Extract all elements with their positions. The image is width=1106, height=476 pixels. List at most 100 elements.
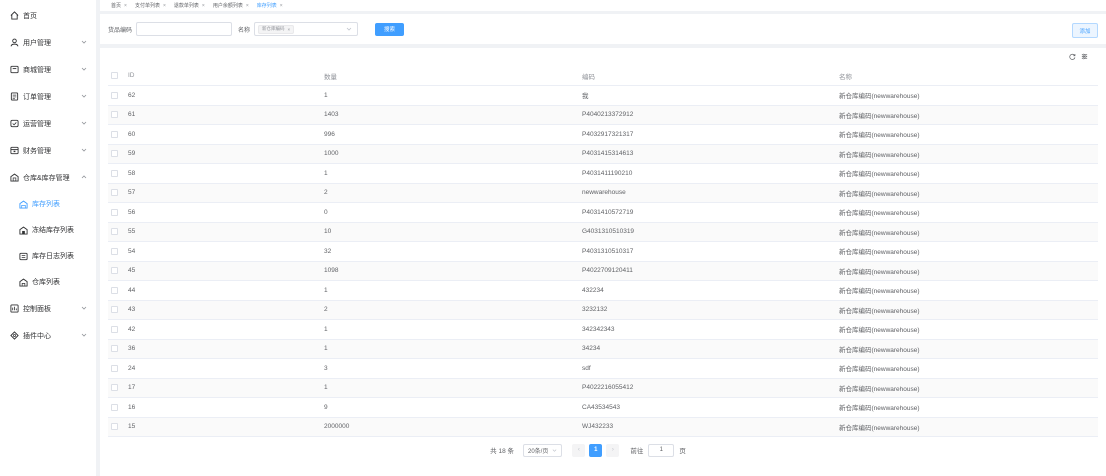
settings-icon[interactable] [1081,53,1088,60]
row-checkbox[interactable] [111,267,118,275]
page-number-button[interactable]: 1 [589,443,603,457]
row-checkbox[interactable] [111,364,118,372]
row-checkbox[interactable] [111,130,118,138]
sidebar-item-finance[interactable]: 财务管理 [0,137,96,164]
sidebar-item-users[interactable]: 用户管理 [0,29,96,56]
sidebar-subitem-frozen-inventory[interactable]: 冻结库存列表 [0,217,96,243]
tab-payment-list[interactable]: 支付单列表 × [132,1,169,10]
sidebar-item-label: 用户管理 [23,39,51,47]
sidebar-item-operations[interactable]: 运营管理 [0,110,96,137]
cell-code: 342342343 [582,319,839,340]
tab-user-balance-list[interactable]: 用户余额列表 × [210,1,252,10]
inventory-icon [18,199,28,209]
close-icon[interactable]: × [280,3,283,9]
cell-name: 新仓库编码(newwarehouse) [839,261,1098,281]
tab-home[interactable]: 首页 × [108,1,130,10]
table-row[interactable]: 57 2 newwarehouse 新仓库编码(newwarehouse) [108,183,1098,203]
next-page-button[interactable]: › [606,443,620,457]
sidebar-item-label: 仓库&库存管理 [23,174,70,182]
page-size-select[interactable]: 20条/页 [523,443,563,457]
cell-name: 新仓库编码(newwarehouse) [839,319,1098,340]
sidebar-item-label: 控制面板 [23,305,51,313]
table-row[interactable]: 42 1 342342343 新仓库编码(newwarehouse) [108,319,1098,340]
row-select-cell [108,417,128,437]
row-checkbox[interactable] [111,345,118,353]
finance-icon [9,146,19,156]
cell-id: 16 [128,397,324,418]
tab-refund-list[interactable]: 退款单列表 × [171,1,208,10]
close-icon[interactable]: × [288,27,291,32]
table-row[interactable]: 62 1 我新仓库编码(newwarehouse) [108,85,1098,106]
close-icon[interactable]: × [163,3,166,9]
cell-quantity: 10 [324,222,582,242]
table-row[interactable]: 61 1403 P4040213372912 新仓库编码(newwarehouse) [108,105,1098,125]
row-checkbox[interactable] [111,403,118,411]
chevron-left-icon: ‹ [577,447,580,453]
close-icon[interactable]: × [124,3,127,9]
row-checkbox[interactable] [111,91,118,99]
table-row[interactable]: 24 3 sdf 新仓库编码(newwarehouse) [108,358,1098,379]
select-all-checkbox[interactable] [111,71,118,79]
sidebar-subitem-inventory-list[interactable]: 库存列表 [0,191,96,217]
row-checkbox[interactable] [111,228,118,236]
table-row[interactable]: 16 9 CA43534543 新仓库编码(newwarehouse) [108,397,1098,418]
app-root: 首页 用户管理 商城管理 订单管理 运营管理 财务管理 仓库&库存管理 库存列表… [0,0,1106,476]
chevron-down-icon [552,448,557,452]
row-checkbox[interactable] [111,169,118,177]
table-row[interactable]: 58 1 P4031411190210 新仓库编码(newwarehouse) [108,163,1098,184]
cell-quantity: 9 [324,397,582,418]
row-checkbox[interactable] [111,423,118,431]
table-row[interactable]: 60 996 P4032917321317 新仓库编码(newwarehouse) [108,124,1098,145]
chevron-down-icon [81,40,87,44]
sidebar-subitem-inventory-log[interactable]: 库存日志列表 [0,243,96,269]
prev-page-button[interactable]: ‹ [572,443,586,457]
cell-id: 56 [128,202,324,223]
row-checkbox[interactable] [111,150,118,158]
goto-page-input[interactable]: 1 [648,443,675,457]
table-row[interactable]: 55 10 G4031310510319 新仓库编码(newwarehouse) [108,222,1098,242]
plugin-icon [9,331,19,341]
row-checkbox[interactable] [111,247,118,255]
row-checkbox[interactable] [111,286,118,294]
name-select[interactable]: 新仓库编码 × [254,22,359,36]
table-row[interactable]: 15 2000000 WJ432233 新仓库编码(newwarehouse) [108,417,1098,437]
sidebar-item-dashboard[interactable]: 控制面板 [0,295,96,322]
table-row[interactable]: 44 1 432234 新仓库编码(newwarehouse) [108,280,1098,301]
row-checkbox[interactable] [111,111,118,119]
row-checkbox[interactable] [111,384,118,392]
column-header-name: 名称 [839,66,1098,86]
code-input[interactable] [136,22,233,36]
table-body: 62 1 我新仓库编码(newwarehouse) 61 1403 P4040213372… [108,85,1098,437]
sidebar-item-plugins[interactable]: 插件中心 [0,322,96,349]
cell-id: 17 [128,378,324,398]
row-checkbox[interactable] [111,306,118,314]
sidebar-subitem-warehouse-list[interactable]: 仓库列表 [0,269,96,295]
sidebar-item-mall[interactable]: 商城管理 [0,56,96,83]
sidebar-item-home[interactable]: 首页 [0,2,96,29]
table-row[interactable]: 54 32 P4031310510317 新仓库编码(newwarehouse) [108,241,1098,262]
close-icon[interactable]: × [246,3,249,9]
row-select-cell [108,397,128,418]
row-checkbox[interactable] [111,325,118,333]
search-button[interactable]: 搜索 [375,22,405,36]
row-checkbox[interactable] [111,208,118,216]
table-row[interactable]: 45 1098 P4022709120411 新仓库编码(newwarehouse) [108,261,1098,281]
sidebar: 首页 用户管理 商城管理 订单管理 运营管理 财务管理 仓库&库存管理 库存列表… [0,0,96,476]
table-row[interactable]: 17 1 P4022216055412 新仓库编码(newwarehouse) [108,378,1098,398]
cell-code: sdf [582,358,839,379]
table-row[interactable]: 43 2 3232132 新仓库编码(newwarehouse) [108,300,1098,320]
chevron-up-icon [81,175,87,179]
refresh-icon[interactable] [1069,53,1076,60]
add-button[interactable]: 添加 [1072,23,1098,38]
close-icon[interactable]: × [202,3,205,9]
table-row[interactable]: 59 1000 P4031415314613 新仓库编码(newwarehouse) [108,144,1098,164]
cell-quantity: 1000 [324,144,582,164]
table-row[interactable]: 36 1 34234 新仓库编码(newwarehouse) [108,339,1098,359]
select-all-cell [108,66,128,86]
sidebar-item-warehouse[interactable]: 仓库&库存管理 [0,164,96,191]
table-row[interactable]: 56 0 P4031410572719 新仓库编码(newwarehouse) [108,202,1098,223]
sidebar-item-orders[interactable]: 订单管理 [0,83,96,110]
row-select-cell [108,105,128,125]
row-checkbox[interactable] [111,189,118,197]
tab-inventory-list[interactable]: 库存列表 × [254,1,286,10]
